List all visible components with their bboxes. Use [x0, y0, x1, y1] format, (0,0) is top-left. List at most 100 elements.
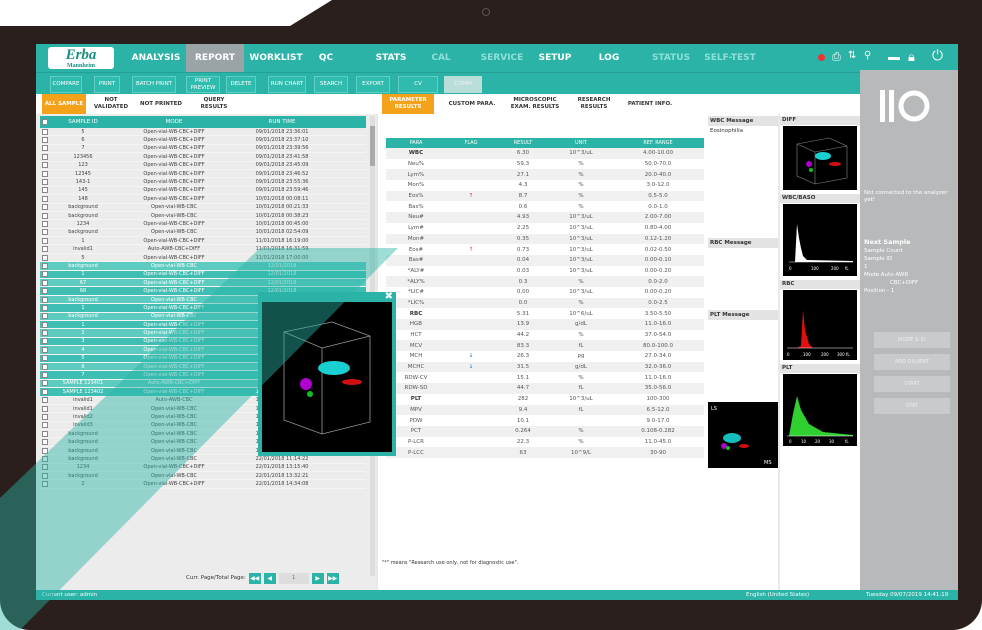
row-checkbox[interactable]: [40, 439, 50, 446]
tab-qc[interactable]: QC: [306, 44, 346, 72]
lock-icon[interactable]: 🔒︎: [908, 50, 915, 65]
table-row[interactable]: 148 Open-vial-WB-CBC+DIFF 10/01/2018 00:08…: [40, 195, 366, 204]
table-row[interactable]: background Open-vial-WB-CBC 10/01/2018 00:…: [40, 212, 366, 221]
row-checkbox[interactable]: [40, 472, 50, 479]
row-checkbox[interactable]: [40, 229, 50, 236]
compare-button[interactable]: COMPARE: [50, 76, 82, 93]
usb-icon[interactable]: ⚲: [864, 50, 871, 61]
tab-cal[interactable]: CAL: [416, 44, 466, 72]
row-checkbox[interactable]: [40, 212, 50, 219]
row-checkbox[interactable]: [40, 195, 50, 202]
row-checkbox[interactable]: [40, 363, 50, 370]
tab-custom-para[interactable]: CUSTOM PARA.: [446, 94, 498, 114]
header-sample-id[interactable]: SAMPLE ID: [50, 119, 116, 125]
tab-parameter-results[interactable]: PARAMETER RESULTS: [382, 94, 434, 114]
power-icon[interactable]: ⏻: [932, 48, 943, 64]
row-checkbox[interactable]: [40, 346, 50, 353]
tab-report[interactable]: REPORT: [186, 44, 244, 72]
row-checkbox[interactable]: [40, 153, 50, 160]
row-checkbox[interactable]: [40, 447, 50, 454]
row-checkbox[interactable]: [40, 262, 50, 269]
export-button[interactable]: EXPORT: [356, 76, 390, 93]
table-row[interactable]: 12345 Open-vial-WB-CBC+DIFF 09/01/2018 23:…: [40, 170, 366, 179]
tab-self-test[interactable]: SELF-TEST: [700, 44, 760, 72]
tab-setup[interactable]: SETUP: [530, 44, 580, 72]
tab-patient-info[interactable]: PATIENT INFO.: [624, 94, 676, 114]
table-row[interactable]: 1234 Open-vial-WB-CBC+DIFF 22/01/2018 13:1…: [40, 464, 366, 473]
table-row[interactable]: invalid1 Auto-AWB-CBC+DIFF 11/01/2018 16:3…: [40, 245, 366, 254]
row-checkbox[interactable]: [40, 237, 50, 244]
close-icon[interactable]: ✖: [385, 291, 393, 302]
row-checkbox[interactable]: [40, 288, 50, 295]
run-chart-button[interactable]: RUN CHART: [268, 76, 306, 93]
tab-not-validated[interactable]: NOT VALIDATED: [90, 94, 132, 114]
table-row[interactable]: 143-1 Open-vial-WB-CBC+DIFF 09/01/2018 23:…: [40, 178, 366, 187]
row-checkbox[interactable]: [40, 313, 50, 320]
row-checkbox[interactable]: [40, 246, 50, 253]
row-checkbox[interactable]: [40, 187, 50, 194]
row-checkbox[interactable]: [40, 145, 50, 152]
row-checkbox[interactable]: [40, 304, 50, 311]
start-button[interactable]: START: [874, 376, 950, 392]
add-diluent-button[interactable]: ADD DILUENT: [874, 354, 950, 370]
last-page-button[interactable]: ▶▶: [326, 572, 339, 584]
table-row[interactable]: 2 Open-vial-WB-CBC+DIFF 22/01/2018 14:34:0…: [40, 480, 366, 489]
table-row[interactable]: background Open-vial-WB-CBC 22/01/2018 13:…: [40, 472, 366, 481]
row-checkbox[interactable]: [40, 162, 50, 169]
row-checkbox[interactable]: [40, 455, 50, 462]
row-checkbox[interactable]: [40, 430, 50, 437]
table-row[interactable]: 145 Open-vial-WB-CBC+DIFF 09/01/2018 23:59…: [40, 187, 366, 196]
tab-worklist[interactable]: WORKLIST: [246, 44, 306, 72]
header-mode[interactable]: MODE: [116, 119, 232, 125]
row-checkbox[interactable]: [40, 321, 50, 328]
table-row[interactable]: 123456 Open-vial-WB-CBC+DIFF 09/01/2018 23…: [40, 153, 366, 162]
select-all-checkbox[interactable]: [40, 119, 50, 125]
printer-icon[interactable]: ⎙: [832, 50, 841, 64]
table-row[interactable]: background Open-vial-WB-CBC 22/01/2018 11:…: [40, 455, 366, 464]
table-row[interactable]: 1 Open-vial-WB-CBC+DIFF 11/01/2018 16:19:0…: [40, 237, 366, 246]
table-row[interactable]: 7 Open-vial-WB-CBC+DIFF 09/01/2018 23:39:5…: [40, 145, 366, 154]
delete-button[interactable]: DELETE: [226, 76, 256, 93]
row-checkbox[interactable]: [40, 380, 50, 387]
row-checkbox[interactable]: [40, 220, 50, 227]
row-checkbox[interactable]: [40, 481, 50, 488]
tab-service[interactable]: SERVICE: [474, 44, 530, 72]
row-checkbox[interactable]: [40, 405, 50, 412]
row-checkbox[interactable]: [40, 338, 50, 345]
table-row[interactable]: 1234 Open-vial-WB-CBC+DIFF 10/01/2018 00:4…: [40, 220, 366, 229]
mode-id-button[interactable]: MODE & ID: [874, 332, 950, 348]
table-row[interactable]: background Open-vial-WB-CBC 12/01/2018: [40, 262, 366, 271]
print-preview-button[interactable]: PRINT PREVIEW: [186, 76, 220, 93]
row-checkbox[interactable]: [40, 128, 50, 135]
table-row[interactable]: background Open-vial-WB-CBC 10/01/2018 00:…: [40, 204, 366, 212]
row-checkbox[interactable]: [40, 137, 50, 144]
row-checkbox[interactable]: [40, 330, 50, 337]
tab-status[interactable]: STATUS: [646, 44, 696, 72]
tab-microscopic-exam[interactable]: MICROSCOPIC EXAM. RESULTS: [506, 94, 564, 114]
row-checkbox[interactable]: [40, 372, 50, 379]
tab-stats[interactable]: STATS: [366, 44, 416, 72]
row-checkbox[interactable]: [40, 170, 50, 177]
row-checkbox[interactable]: [40, 279, 50, 286]
table-row[interactable]: 5 Open-vial-WB-CBC+DIFF 11/01/2018 17:00:0…: [40, 254, 366, 263]
network-icon[interactable]: ⇅: [848, 50, 856, 61]
table-row[interactable]: 6 Open-vial-WB-CBC+DIFF 09/01/2018 23:37:1…: [40, 136, 366, 145]
table-row[interactable]: 67 Open-vial-WB-CBC+DIFF 12/01/2018: [40, 279, 366, 288]
alarm-indicator-icon[interactable]: [818, 54, 825, 61]
tab-query-results[interactable]: QUERY RESULTS: [192, 94, 236, 114]
prev-page-button[interactable]: ◀: [263, 572, 276, 584]
row-checkbox[interactable]: [40, 179, 50, 186]
first-page-button[interactable]: ◀◀: [248, 572, 261, 584]
row-checkbox[interactable]: [40, 464, 50, 471]
tab-research-results[interactable]: RESEARCH RESULTS: [568, 94, 620, 114]
tab-log[interactable]: LOG: [584, 44, 634, 72]
batch-print-button[interactable]: BATCH PRINT: [132, 76, 176, 93]
stat-button[interactable]: STAT: [874, 398, 950, 414]
search-button[interactable]: SEARCH: [314, 76, 348, 93]
print-button[interactable]: PRINT: [94, 76, 120, 93]
tab-analysis[interactable]: ANALYSIS: [126, 44, 186, 72]
row-checkbox[interactable]: [40, 296, 50, 303]
tab-all-sample[interactable]: ALL SAMPLE: [42, 94, 86, 114]
row-checkbox[interactable]: [40, 254, 50, 261]
minimize-icon[interactable]: [888, 57, 900, 60]
